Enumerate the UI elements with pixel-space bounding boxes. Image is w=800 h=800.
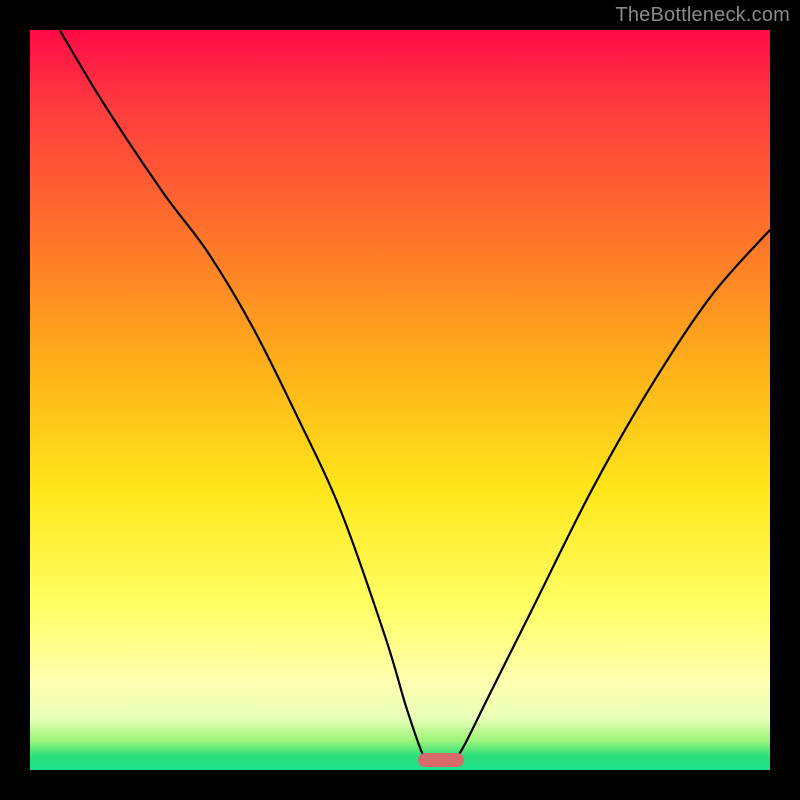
curve-svg (30, 30, 770, 770)
chart-curve (60, 30, 770, 766)
optimal-marker (418, 753, 464, 767)
plot-area (30, 30, 770, 770)
attribution-text: TheBottleneck.com (615, 4, 790, 27)
chart-frame: TheBottleneck.com (0, 0, 800, 800)
